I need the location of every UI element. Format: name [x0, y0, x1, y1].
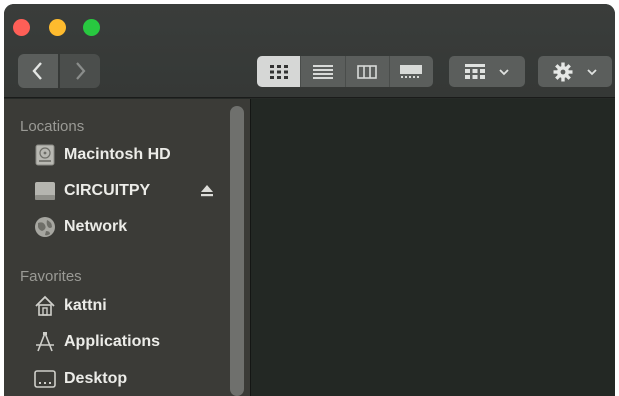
icon-view-icon	[269, 64, 288, 79]
list-view-button[interactable]	[301, 56, 346, 87]
sidebar-item-label: Network	[64, 218, 128, 235]
home-icon	[34, 295, 56, 317]
toolbar	[4, 4, 615, 98]
sidebar-item-network[interactable]: Network	[34, 214, 127, 240]
column-view-button[interactable]	[346, 56, 390, 87]
action-menu-button[interactable]	[538, 56, 612, 87]
group-by-button[interactable]	[449, 56, 525, 87]
maximize-window-button[interactable]	[83, 19, 100, 36]
sidebar-item-label: Applications	[64, 333, 161, 350]
sidebar-item-desktop[interactable]: Desktop	[34, 366, 127, 392]
sidebar-section-title-favorites: Favorites	[20, 268, 82, 285]
hard-drive-icon	[34, 144, 56, 166]
desktop-icon	[34, 368, 56, 390]
sidebar-item-circuitpy[interactable]: CIRCUITPY	[34, 178, 150, 204]
sidebar-item-applications[interactable]: Applications	[34, 329, 160, 355]
chevron-right-icon	[76, 62, 86, 80]
eject-button[interactable]	[200, 183, 214, 199]
external-drive-icon	[34, 180, 56, 202]
sidebar-item-label: Macintosh HD	[64, 146, 171, 163]
list-view-icon	[312, 64, 333, 79]
finder-window: Locations Macintosh HD CIRCUITPY Network…	[4, 4, 615, 396]
chevron-down-icon	[499, 68, 509, 75]
view-mode-segmented-control	[257, 56, 433, 87]
sidebar-item-macintosh-hd[interactable]: Macintosh HD	[34, 142, 171, 168]
chevron-down-icon	[587, 68, 597, 75]
gallery-view-icon	[400, 64, 423, 78]
sidebar-item-kattni[interactable]: kattni	[34, 293, 107, 319]
icon-view-button[interactable]	[257, 56, 302, 87]
sidebar: Locations Macintosh HD CIRCUITPY Network…	[4, 99, 250, 396]
close-window-button[interactable]	[13, 19, 30, 36]
applications-icon	[34, 331, 56, 353]
gallery-view-button[interactable]	[390, 56, 433, 87]
sidebar-scrollbar[interactable]	[230, 106, 244, 396]
eject-icon	[201, 185, 213, 197]
chevron-left-icon	[32, 62, 42, 80]
gear-icon	[553, 62, 573, 81]
minimize-window-button[interactable]	[49, 19, 66, 36]
sidebar-item-label: kattni	[64, 297, 107, 314]
back-button[interactable]	[18, 54, 58, 88]
sidebar-item-label: Desktop	[64, 370, 128, 387]
network-globe-icon	[34, 216, 56, 238]
column-view-icon	[357, 64, 377, 79]
grid-group-icon	[465, 63, 485, 79]
forward-button[interactable]	[60, 54, 100, 88]
sidebar-item-label: CIRCUITPY	[64, 182, 151, 199]
sidebar-section-title-locations: Locations	[20, 118, 85, 135]
file-browser-content[interactable]	[250, 99, 615, 396]
